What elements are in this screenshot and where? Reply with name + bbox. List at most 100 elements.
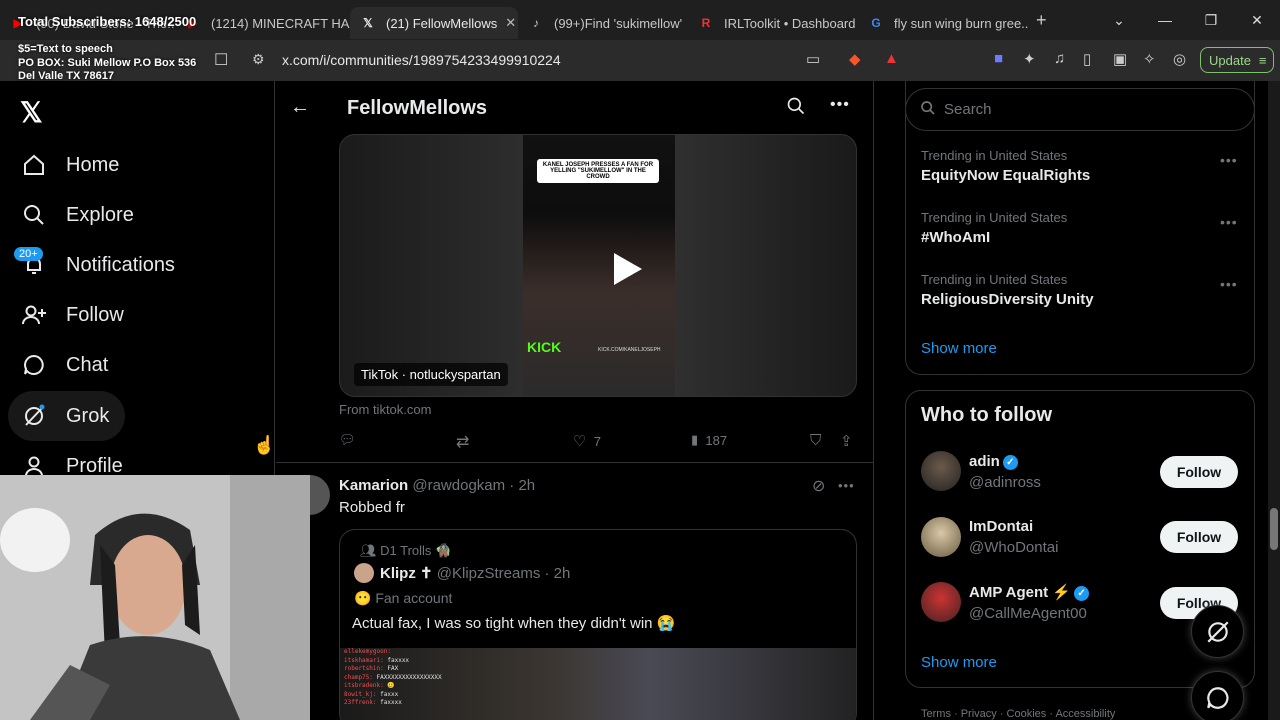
trend-item[interactable]: Trending in United States #WhoAmI — [921, 210, 1067, 246]
follow-button[interactable]: Follow — [1160, 456, 1238, 488]
notification-badge: 20+ — [14, 247, 43, 261]
add-person-icon — [20, 301, 48, 329]
play-icon[interactable] — [602, 247, 646, 291]
cast-icon[interactable]: ▭ — [806, 50, 820, 68]
grok-fab-button[interactable] — [1191, 605, 1244, 658]
close-window-button[interactable]: ✕ — [1234, 12, 1280, 29]
avatar[interactable] — [921, 517, 961, 557]
google-icon: G — [871, 16, 881, 30]
scrollbar[interactable] — [1268, 81, 1280, 720]
trend-item[interactable]: Trending in United States EquityNow Equal… — [921, 148, 1090, 184]
close-tab-icon[interactable]: ✕ — [497, 15, 516, 31]
nav-follow[interactable]: Follow — [8, 290, 140, 340]
more-options-icon[interactable]: ••• — [1220, 276, 1238, 292]
quote-text: Actual fax, I was so tight when they did… — [352, 615, 676, 632]
community-icon: 👥︎ — [360, 543, 377, 558]
chat-line: ellekemygoon: — [344, 648, 391, 655]
search-icon[interactable] — [786, 96, 806, 121]
nav-chat[interactable]: Chat — [8, 340, 124, 390]
tab-fellowmellows[interactable]: 𝕏 (21) FellowMellows ✕ — [350, 7, 518, 39]
follow-button[interactable]: Follow — [1160, 521, 1238, 553]
scrollbar-thumb[interactable] — [1270, 508, 1278, 550]
footer-links[interactable]: Terms · Privacy · Cookies · Accessibilit… — [921, 708, 1115, 720]
divider — [276, 462, 874, 463]
like-button[interactable]: ♡ 7 — [573, 432, 601, 450]
chat-fab-button[interactable] — [1191, 671, 1244, 720]
heart-icon: ♡ — [573, 433, 587, 450]
back-arrow-icon[interactable]: ← — [290, 96, 310, 119]
subscriber-goal-overlay: Total Subscribers: 1648/2500 — [18, 14, 197, 29]
leo-ai-icon[interactable]: ✧ — [1143, 50, 1156, 68]
tab-2[interactable]: ▶ (1214) MINECRAFT HA... — [175, 7, 350, 39]
views-button[interactable]: ▮ 187 — [691, 432, 727, 448]
chat-line: champ75: FAXXXXXXXXXXXXXXXX — [344, 673, 442, 681]
grok-icon[interactable]: ⊘ — [812, 476, 825, 496]
trends-show-more[interactable]: Show more — [921, 340, 997, 357]
new-tab-button[interactable]: + — [1036, 10, 1047, 31]
update-button[interactable]: Update ≡ — [1200, 47, 1274, 73]
tab-list-icon[interactable]: ⌄ — [1096, 12, 1142, 29]
brave-rewards-icon[interactable]: ▲ — [884, 50, 899, 67]
tab-google[interactable]: Gfly sun wing burn gree... — [858, 7, 1028, 39]
nav-explore[interactable]: Explore — [8, 190, 150, 240]
extensions-puzzle-icon[interactable]: ✦ — [1023, 50, 1036, 68]
more-options-icon[interactable]: ••• — [838, 478, 855, 493]
kick-logo: KICK — [527, 339, 562, 355]
irltoolkit-icon: R — [701, 16, 711, 30]
nav-home[interactable]: Home — [8, 140, 135, 190]
bookmark-icon[interactable]: ⛉ — [810, 432, 821, 449]
link-source[interactable]: From tiktok.com — [339, 402, 431, 417]
extension-icon[interactable]: ■ — [994, 50, 1003, 67]
wallet-icon[interactable]: ▣ — [1113, 50, 1127, 68]
who-to-follow-show-more[interactable]: Show more — [921, 654, 997, 671]
post-author[interactable]: Kamarion @rawdogkam · 2h — [339, 477, 535, 494]
chat-bubble-icon — [20, 351, 48, 379]
video-card[interactable]: KANEL JOSEPH PRESSES A FAN FOR YELLING "… — [339, 134, 857, 397]
quote-subtitle: 😶 Fan account — [354, 590, 453, 606]
post-text: Robbed fr — [339, 499, 405, 516]
video-thumbnail: KANEL JOSEPH PRESSES A FAN FOR YELLING "… — [523, 135, 675, 396]
video-caption: KANEL JOSEPH PRESSES A FAN FOR YELLING "… — [537, 159, 659, 183]
restore-button[interactable]: ❐ — [1188, 12, 1234, 29]
trend-item[interactable]: Trending in United States ReligiousDivers… — [921, 272, 1094, 308]
search-icon — [20, 201, 48, 229]
media-icon[interactable]: ♫ — [1054, 50, 1065, 67]
url-field[interactable]: x.com/i/communities/1989754233499910224 — [282, 52, 561, 68]
avatar[interactable] — [921, 582, 961, 622]
kick-url: KICK.COM/KANELJOSEPH — [598, 347, 661, 353]
user-name[interactable]: adin ✓ — [969, 453, 1018, 470]
bar-chart-icon: ▮ — [691, 432, 699, 447]
who-to-follow-title: Who to follow — [921, 404, 1053, 426]
user-name[interactable]: AMP Agent ⚡ ✓ — [969, 583, 1090, 601]
nav-grok[interactable]: Grok — [8, 391, 126, 441]
x-logo-icon[interactable]: 𝕏 — [20, 96, 43, 129]
chat-line: itsbradenk: 🥲 — [344, 682, 395, 689]
chat-line: itskhamari: faxxxx — [344, 656, 410, 664]
brave-shield-icon[interactable]: ◆ — [849, 50, 861, 68]
user-name[interactable]: ImDontai — [969, 518, 1033, 535]
more-options-icon[interactable]: ••• — [1220, 152, 1238, 168]
minimize-button[interactable]: — — [1142, 12, 1188, 28]
quoted-post[interactable]: 👥︎ D1 Trolls 🧌 Klipz ✝ @KlipzStreams · 2… — [339, 529, 857, 720]
more-options-icon[interactable]: ••• — [1220, 214, 1238, 230]
more-options-icon[interactable]: ••• — [830, 96, 850, 114]
grok-icon — [1206, 620, 1229, 643]
user-handle: @CallMeAgent00 — [969, 605, 1087, 622]
repost-icon[interactable]: ⇄ — [456, 432, 469, 452]
share-icon[interactable]: ⇪ — [840, 432, 853, 450]
quote-author: Klipz ✝ @KlipzStreams · 2h — [380, 565, 571, 582]
user-handle: @adinross — [969, 474, 1041, 491]
home-icon — [20, 151, 48, 179]
site-settings-icon[interactable]: ⚙ — [252, 51, 265, 68]
window-controls: ⌄ — ❐ ✕ — [1096, 0, 1280, 40]
bookmark-icon[interactable]: ☐ — [214, 50, 228, 70]
vpn-icon[interactable]: ◎ — [1173, 50, 1186, 68]
avatar[interactable] — [921, 451, 961, 491]
sidebar-toggle-icon[interactable]: ▯ — [1083, 50, 1091, 68]
reply-icon[interactable]: 💬︎ — [339, 432, 356, 448]
quote-media[interactable]: ellekemygoon: itskhamari: faxxxx roberts… — [340, 648, 856, 720]
user-handle: @WhoDontai — [969, 539, 1059, 556]
tab-irltoolkit[interactable]: R IRLToolkit • Dashboard — [688, 7, 858, 39]
tiktok-icon: ♪ — [533, 16, 539, 30]
tab-tiktok[interactable]: ♪ (99+)Find 'sukimellow' — [518, 7, 688, 39]
